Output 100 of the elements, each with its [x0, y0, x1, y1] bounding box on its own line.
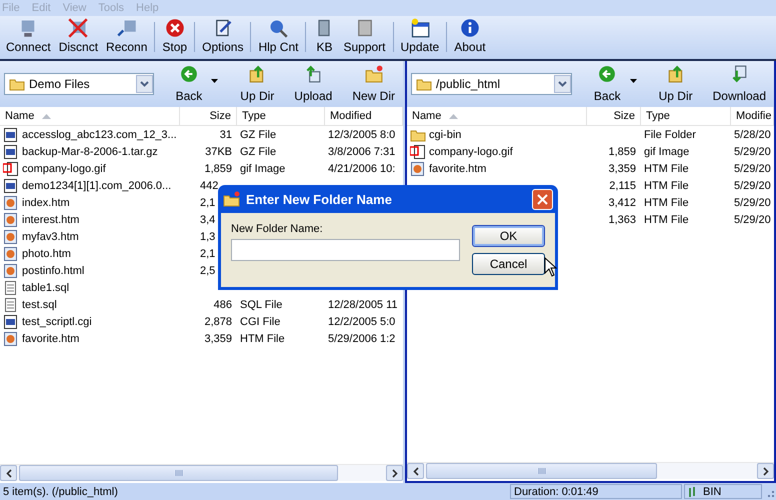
pane-toolbar-button[interactable]: Download	[708, 65, 770, 103]
file-name[interactable]: company-logo.gif	[22, 162, 106, 174]
window-file-icon	[3, 144, 19, 160]
chevron-right-icon	[762, 466, 768, 476]
toolbar-button[interactable]: Support	[339, 18, 390, 54]
folder-name-field[interactable]	[231, 239, 460, 261]
file-size: 2,115	[609, 180, 636, 192]
file-size: 2,1	[200, 196, 216, 208]
location-dropdown[interactable]: /public_html	[411, 73, 572, 95]
file-type: gif Image	[644, 146, 690, 158]
folder-new-icon	[364, 65, 383, 83]
horizontal-scrollbar[interactable]	[407, 462, 774, 479]
toolbar-button[interactable]: Options	[198, 18, 248, 54]
info-icon	[458, 18, 481, 38]
dialog-title: Enter New Folder Name	[246, 192, 392, 206]
folder-up-icon	[666, 65, 685, 83]
file-name[interactable]: backup-Mar-8-2006-1.tar.gz	[22, 146, 158, 158]
file-size: 3,412	[608, 196, 636, 208]
column-header[interactable]: Size	[180, 107, 237, 125]
column-header[interactable]: Name	[0, 107, 180, 125]
column-header[interactable]: Type	[641, 107, 731, 125]
pane-toolbar-button[interactable]: Up Dir	[236, 65, 278, 103]
file-name[interactable]: test.sql	[22, 298, 57, 310]
pane-toolbar-button[interactable]: New Dir	[348, 65, 399, 103]
chevron-right-icon	[392, 468, 398, 478]
file-size: 486	[214, 298, 232, 310]
toolbar-button[interactable]: KB	[309, 18, 340, 54]
transfer-mode-text: BIN	[703, 486, 722, 498]
file-size: 2,5	[200, 264, 216, 276]
file-name[interactable]: index.htm	[22, 196, 70, 208]
horizontal-scrollbar[interactable]	[0, 464, 403, 481]
window-file-icon	[3, 314, 19, 330]
file-name[interactable]: interest.htm	[22, 214, 80, 226]
file-name[interactable]: myfav3.htm	[22, 230, 79, 242]
file-size: 31	[220, 128, 232, 140]
file-type: CGI File	[240, 316, 280, 328]
file-date: 12/2/2005 5:0	[328, 316, 396, 328]
sort-up-icon	[449, 114, 458, 118]
file-date: 5/29/20	[734, 196, 771, 208]
file-name[interactable]: table1.sql	[22, 282, 70, 294]
file-type: HTM File	[644, 162, 689, 174]
column-header[interactable]: Type	[237, 107, 325, 125]
folder-new-icon	[223, 191, 241, 207]
field-label: New Folder Name:	[231, 223, 324, 235]
grip-icon	[174, 470, 182, 476]
toolbar-button[interactable]: About	[450, 18, 490, 54]
window-file-icon	[3, 178, 19, 194]
web-file-icon	[3, 228, 19, 244]
file-name[interactable]: demo1234[1][1].com_2006.0...	[22, 180, 172, 192]
column-header[interactable]: Name	[407, 107, 587, 125]
file-name[interactable]: favorite.htm	[22, 332, 80, 344]
web-file-icon	[3, 246, 19, 262]
column-header[interactable]: Modifie	[731, 107, 774, 125]
image-file-icon	[410, 144, 426, 160]
pane-toolbar-button[interactable]: Back	[172, 65, 206, 103]
location-dropdown[interactable]: Demo Files	[4, 73, 154, 95]
file-date: 5/29/20	[734, 162, 771, 174]
column-header[interactable]: Size	[587, 107, 641, 125]
file-size: 2,1	[200, 248, 216, 260]
toolbar-button[interactable]: Reconn	[102, 18, 152, 54]
file-name[interactable]: cgi-bin	[429, 128, 462, 140]
caret-icon[interactable]	[630, 79, 637, 83]
monitor-arrow-icon	[116, 18, 138, 38]
dialog-button[interactable]: OK	[472, 225, 545, 247]
web-file-icon	[3, 262, 19, 278]
file-name[interactable]: postinfo.html	[22, 264, 84, 276]
file-size: 442	[200, 180, 218, 192]
caret-icon[interactable]	[211, 79, 218, 83]
toolbar-button[interactable]: Connect	[2, 18, 55, 54]
image-file-icon	[3, 160, 19, 176]
pane-toolbar-button[interactable]: Back	[590, 65, 625, 103]
file-date: 5/28/20	[734, 128, 771, 140]
file-size: 1,859	[204, 162, 232, 174]
file-name[interactable]: company-logo.gif	[429, 146, 513, 158]
toolbar-button[interactable]: Update	[396, 18, 444, 54]
pane-toolbar-button[interactable]: Up Dir	[654, 65, 697, 103]
web-file-icon	[3, 212, 19, 228]
toolbar-button[interactable]: Discnct	[54, 18, 102, 54]
file-name[interactable]: accesslog_abc123.com_12_3...	[22, 128, 177, 140]
file-date: 12/28/2005 11	[328, 298, 398, 310]
file-date: 5/29/20	[734, 180, 771, 192]
file-date: 4/21/2006 10:	[328, 162, 396, 174]
file-name[interactable]: favorite.htm	[429, 162, 486, 174]
chevron-down-icon	[558, 81, 567, 87]
web-file-icon	[3, 194, 19, 210]
pane-toolbar-button[interactable]: Upload	[290, 65, 336, 103]
file-size: 37KB	[205, 146, 232, 158]
dialog-button[interactable]: Cancel	[472, 253, 545, 275]
download-icon	[730, 65, 748, 83]
file-name[interactable]: test_scriptl.cgi	[22, 316, 92, 328]
toolbar-button[interactable]: Hlp Cnt	[254, 18, 302, 54]
file-name[interactable]: photo.htm	[22, 248, 71, 260]
close-button[interactable]	[532, 188, 553, 210]
toolbar-button[interactable]: Stop	[158, 18, 192, 54]
grip-icon	[538, 468, 546, 474]
file-size: 1,3	[200, 230, 216, 242]
mouse-pointer-icon	[544, 257, 557, 277]
chevron-left-icon	[412, 466, 418, 476]
chevron-down-icon	[140, 81, 149, 87]
sort-up-icon	[42, 114, 52, 118]
